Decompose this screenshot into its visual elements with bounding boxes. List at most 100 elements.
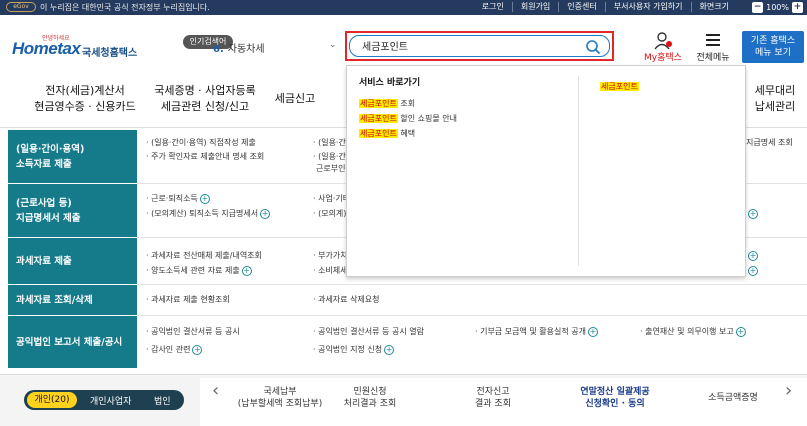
menu-certificates[interactable]: 국세증명 · 사업자등록 세금관련 신청/신고	[140, 83, 270, 115]
link-daily-4[interactable]: 근로부인	[316, 163, 345, 175]
user-type-segment: 개인(20) 개인사업자 법인	[24, 390, 184, 410]
section-title: 공익법인 보고서 제출/공시	[16, 336, 123, 348]
link-public-disclose[interactable]: · 공익법인 결산서류 등 공시	[146, 326, 240, 338]
chevron-down-icon[interactable]: ⌄	[329, 40, 337, 50]
suggestion-item[interactable]: 세금포인트 혜택	[359, 128, 415, 139]
cert-center-link[interactable]: 인증센터	[558, 2, 604, 12]
menu-label: 세금관련 신청/신고	[160, 100, 250, 113]
suggestion-text: 조회	[397, 99, 416, 108]
login-link[interactable]: 로그인	[474, 2, 512, 12]
search-input[interactable]	[362, 40, 562, 51]
link-vat[interactable]: · 부가가치	[313, 250, 348, 262]
segment-individual[interactable]: 개인(20)	[27, 392, 77, 408]
menu-label: 국세증명 · 사업자등록	[154, 84, 256, 97]
section-tax-data-inquiry[interactable]: 과세자료 조회/삭제	[8, 285, 137, 315]
user-icon	[654, 32, 672, 50]
item-label: · 감사인 관련	[146, 345, 191, 354]
plus-icon[interactable]: +	[587, 326, 598, 337]
chevron-left-icon[interactable]: ‹	[212, 380, 219, 401]
plus-icon[interactable]: +	[192, 344, 203, 355]
tab-label: 전자신고	[476, 387, 510, 397]
highlight-text: 세금포인트	[359, 99, 398, 108]
tab-label: 신청확인 · 동의	[585, 399, 645, 409]
tab-tax-payment[interactable]: 국세납부 (납부할세액 조회납부)	[232, 386, 328, 410]
highlight-text: 세금포인트	[359, 129, 398, 138]
plus-icon[interactable]: +	[748, 265, 758, 276]
link-stock-confirm[interactable]: · 주가 확인자료 제출안내 명세 조회	[146, 151, 264, 163]
suggestion-item[interactable]: 세금포인트 할인 쇼핑몰 안내	[359, 113, 457, 124]
rank-term: 자동차세	[227, 44, 265, 55]
plus-icon[interactable]: +	[199, 193, 210, 204]
link-capital-gains[interactable]: · 양도소득세 관련 자료 제출 +	[146, 265, 252, 277]
menu-e-invoice[interactable]: 전자(세금)계산서 현금영수증 · 신용카드	[20, 83, 150, 115]
tab-e-filing[interactable]: 전자신고 결과 조회	[458, 386, 528, 410]
plus-icon-right[interactable]: +	[746, 250, 758, 262]
signup-link[interactable]: 회원가입	[511, 2, 558, 12]
suggestion-item[interactable]: 세금포인트 조회	[359, 98, 415, 109]
plus-icon-right[interactable]: +	[746, 265, 758, 277]
item-label: · 양도소득세 관련 자료 제출	[146, 266, 240, 275]
tab-label: 국세납부	[263, 387, 297, 397]
link-labor-retire[interactable]: · 근로·퇴직소득 +	[146, 193, 210, 205]
tab-income-cert[interactable]: 소득금액증명	[698, 392, 768, 404]
section-tax-data-submit[interactable]: 과세자료 제출	[8, 238, 137, 284]
gov-notice: 이 누리집은 대한민국 공식 전자정부 누리집입니다.	[40, 3, 210, 12]
search-suggestions-dropdown: 서비스 바로가기 세금포인트 조회 세금포인트 할인 쇼핑몰 안내 세금포인트 …	[346, 65, 746, 277]
divider	[137, 284, 807, 285]
link-mock-2[interactable]: · (모의계)	[313, 208, 346, 220]
plus-icon-right[interactable]: +	[746, 208, 758, 220]
link-auditor[interactable]: · 감사인 관련 +	[146, 344, 203, 356]
section-daily-income[interactable]: (일용·간이·용역) 소득자료 제출	[8, 130, 137, 183]
plus-icon[interactable]: +	[384, 344, 395, 355]
zoom-value: 100%	[766, 3, 789, 12]
link-consumption[interactable]: · 소비제세	[313, 265, 348, 277]
plus-icon[interactable]: +	[748, 208, 758, 219]
keyword-suggestion[interactable]: 세금포인트	[600, 81, 639, 92]
dept-user-link[interactable]: 부서사용자 가입하기	[604, 2, 691, 12]
link-public-view[interactable]: · 공익법인 결산서류 등 공시 열람	[313, 326, 424, 338]
divider	[137, 315, 807, 316]
link-submission-status[interactable]: · 과세자료 제출 현황조회	[146, 294, 230, 306]
zoom-out-button[interactable]: −	[752, 2, 764, 13]
tab-label: (납부할세액 조회납부)	[237, 399, 323, 409]
utility-links: 로그인 회원가입 인증센터 부서사용자 가입하기 화면크기	[474, 2, 737, 12]
tab-year-end-settlement[interactable]: 연말정산 일괄제공 신청확인 · 동의	[565, 386, 665, 410]
all-menu-button[interactable]: 전체메뉴	[693, 31, 733, 63]
link-contribution[interactable]: · 출연재산 및 의무이행 보고 +	[640, 326, 746, 338]
section-public-corp[interactable]: 공익법인 보고서 제출/공시	[8, 316, 137, 368]
plus-icon[interactable]: +	[735, 326, 746, 337]
plus-icon[interactable]: +	[260, 208, 271, 219]
suggestion-text: 혜택	[397, 129, 416, 138]
link-payment-inquiry[interactable]: 지급명세 조회	[746, 137, 793, 149]
link-public-designate[interactable]: · 공익법인 지정 신청 +	[313, 344, 395, 356]
all-menu-label: 전체메뉴	[696, 53, 730, 63]
segment-corporation[interactable]: 법인	[154, 394, 171, 407]
chevron-right-icon[interactable]: ›	[785, 380, 792, 401]
link-daily-direct[interactable]: · (일용·간이·용역) 직접작성 제출	[146, 137, 256, 149]
item-label: · 근로·퇴직소득	[146, 194, 198, 203]
section-title: 과세자료 제출	[16, 255, 72, 267]
link-delete-request[interactable]: · 과세자료 삭제요청	[313, 294, 380, 306]
my-hometax-button[interactable]: My홈택스	[640, 31, 686, 63]
plus-icon[interactable]: +	[748, 250, 758, 261]
hometax-logo[interactable]: 안녕하세요 Hometax 국세청홈택스	[12, 33, 147, 63]
link-mock-retire[interactable]: · (모의계산) 퇴직소득 지급명세서 +	[146, 208, 271, 220]
segment-sole-proprietor[interactable]: 개인사업자	[90, 394, 131, 407]
link-electronic-media[interactable]: · 과세자료 전산매체 제출/내역조회	[146, 250, 262, 262]
link-donation[interactable]: · 기부금 모금액 및 활용실적 공개 +	[475, 326, 598, 338]
plus-icon[interactable]: +	[241, 265, 252, 276]
popular-search-term[interactable]: 6. 자동차세	[213, 40, 265, 55]
search-icon[interactable]	[585, 39, 601, 55]
section-payment-statement[interactable]: (근로사업 등) 지급명세서 제출	[8, 184, 137, 237]
zoom-in-button[interactable]: +	[792, 2, 803, 13]
suggestion-text: 할인 쇼핑몰 안내	[397, 114, 457, 123]
top-utility-bar: eGov 이 누리집은 대한민국 공식 전자정부 누리집입니다. 로그인 회원가…	[0, 0, 807, 15]
menu-tax-filing[interactable]: 세금신고	[270, 91, 320, 107]
tab-civil-request[interactable]: 민원신청 처리결과 조회	[335, 386, 405, 410]
classic-hometax-button[interactable]: 기존 홈택스 메뉴 보기	[742, 31, 804, 63]
section-title: 소득자료 제출	[16, 158, 72, 170]
highlight-text: 세금포인트	[359, 114, 398, 123]
menu-tax-agent[interactable]: 세무대리 납세관리	[745, 83, 805, 115]
egov-badge: eGov	[6, 2, 36, 12]
link-business-other[interactable]: · 사업·기타	[313, 193, 350, 205]
